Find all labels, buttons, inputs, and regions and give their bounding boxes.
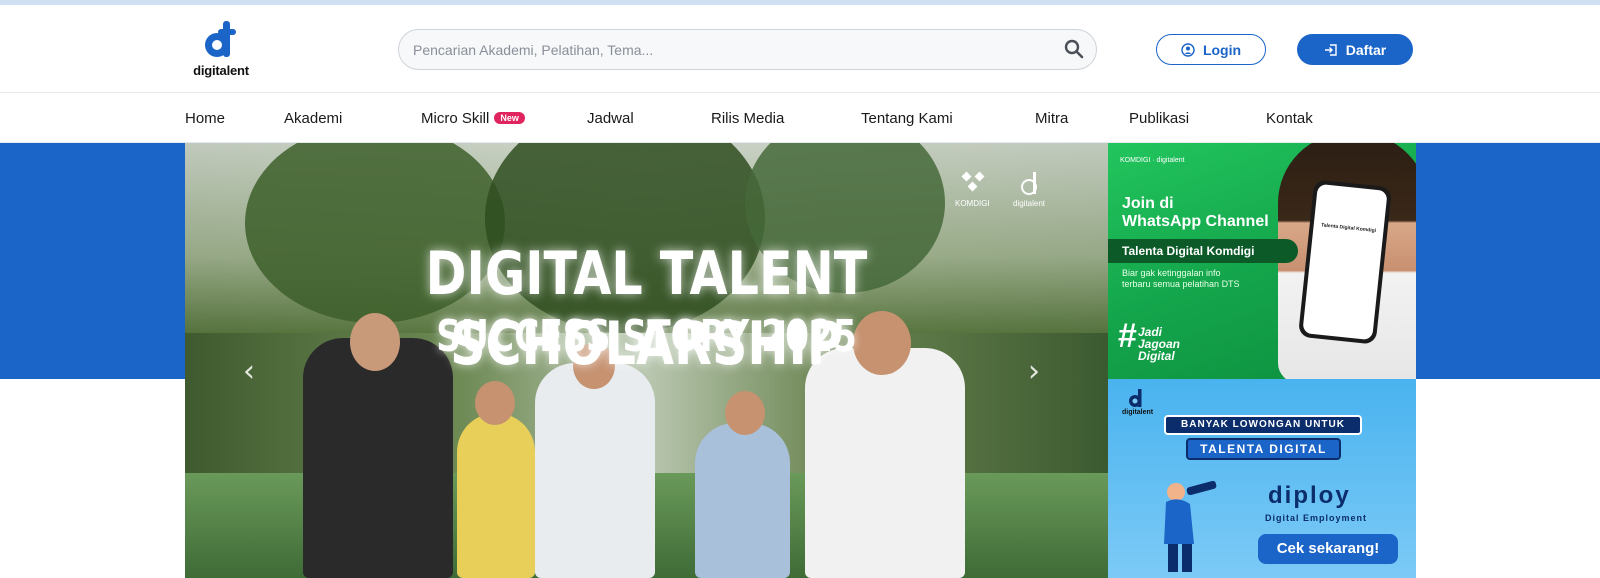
nav-item-tentang-kami[interactable]: Tentang Kami xyxy=(861,110,953,127)
banner-heading: Join di WhatsApp Channel xyxy=(1122,195,1269,231)
user-circle-icon xyxy=(1181,42,1195,57)
komdigi-logo-icon xyxy=(961,171,985,192)
new-badge: New xyxy=(494,112,525,124)
banner-heading-line1: Join di xyxy=(1122,195,1174,212)
nav-item-jadwal[interactable]: Jadwal xyxy=(587,110,634,127)
nav-item-home[interactable]: Home xyxy=(185,110,225,127)
hash-icon: # xyxy=(1118,317,1137,355)
hero-logos: KOMDIGI digitalent xyxy=(955,171,1061,211)
hero-photo-person xyxy=(457,413,535,578)
hero-photo-person xyxy=(805,348,965,578)
search-input[interactable] xyxy=(413,30,1043,69)
nav-item-mitra[interactable]: Mitra xyxy=(1035,110,1068,127)
hero-photo-person xyxy=(535,363,655,578)
banner-logo-text: digitalent xyxy=(1122,409,1154,416)
nav-item-kontak[interactable]: Kontak xyxy=(1266,110,1313,127)
carousel-next-icon[interactable]: › xyxy=(1028,355,1050,389)
hashtag-text: Jadi Jagoan Digital xyxy=(1138,326,1180,362)
login-button[interactable]: Login xyxy=(1156,34,1266,65)
nav-item-micro-skill[interactable]: Micro Skill New xyxy=(421,110,525,127)
digitalent-logo-icon xyxy=(205,21,236,57)
channel-name-pill: Talenta Digital Komdigi xyxy=(1108,239,1298,263)
hero-subtitle: SUCCESS STORY 2025 xyxy=(436,311,857,362)
nav-item-micro-skill-label: Micro Skill xyxy=(421,110,490,127)
nav-item-akademi[interactable]: Akademi xyxy=(284,110,342,127)
cek-sekarang-button[interactable]: Cek sekarang! xyxy=(1258,534,1398,564)
search-bar xyxy=(398,29,1097,70)
site-header: digitalent Login Daftar xyxy=(0,5,1600,93)
sign-in-icon xyxy=(1324,43,1337,56)
hero-carousel[interactable]: KOMDIGI digitalent DIGITAL TALENT SCHOLA… xyxy=(185,143,1108,578)
banner-description: Biar gak ketinggalan info terbaru semua … xyxy=(1122,268,1240,289)
banner-headline: BANYAK LOWONGAN UNTUK xyxy=(1164,415,1362,435)
register-button[interactable]: Daftar xyxy=(1297,34,1413,65)
hashtag-line3: Digital xyxy=(1138,349,1175,363)
whatsapp-channel-banner[interactable]: Talenta Digital Komdigi KOMDIGI · digita… xyxy=(1108,143,1416,379)
main-nav: Home Akademi Micro Skill New Jadwal Rilis… xyxy=(0,93,1600,143)
diploy-brand: diploy xyxy=(1268,482,1351,509)
hero-photo-person-head xyxy=(475,381,515,425)
diploy-banner[interactable]: digitalent BANYAK LOWONGAN UNTUK TALENTA… xyxy=(1108,379,1416,578)
banner-logos: KOMDIGI · digitalent xyxy=(1120,157,1185,164)
illustration-person-telescope xyxy=(1164,480,1217,572)
hero-logo-digitalent: digitalent xyxy=(1013,199,1046,208)
diploy-tagline: Digital Employment xyxy=(1265,513,1368,523)
digitalent-logo[interactable]: digitalent xyxy=(186,19,256,83)
carousel-prev-icon[interactable]: ‹ xyxy=(243,355,265,389)
logo-text: digitalent xyxy=(193,63,249,78)
search-icon[interactable] xyxy=(1064,39,1086,61)
hero-photo-person xyxy=(695,423,790,578)
digitalent-logo-icon xyxy=(1129,389,1142,407)
phone-screen: Talenta Digital Komdigi xyxy=(1302,183,1388,341)
phone-screen-title: Talenta Digital Komdigi xyxy=(1320,222,1377,235)
phone-mockup: Talenta Digital Komdigi xyxy=(1297,179,1393,345)
banner-heading-line2: WhatsApp Channel xyxy=(1122,213,1269,230)
banner-highlight: TALENTA DIGITAL xyxy=(1186,438,1341,460)
nav-item-rilis-media[interactable]: Rilis Media xyxy=(711,110,784,127)
login-label: Login xyxy=(1202,41,1242,58)
hero-photo-person-head xyxy=(725,391,765,435)
digitalent-logo-icon xyxy=(1021,172,1037,195)
register-label: Daftar xyxy=(1345,41,1387,58)
hero-logo-komdigi: KOMDIGI xyxy=(955,199,990,208)
nav-item-publikasi[interactable]: Publikasi xyxy=(1129,110,1189,127)
